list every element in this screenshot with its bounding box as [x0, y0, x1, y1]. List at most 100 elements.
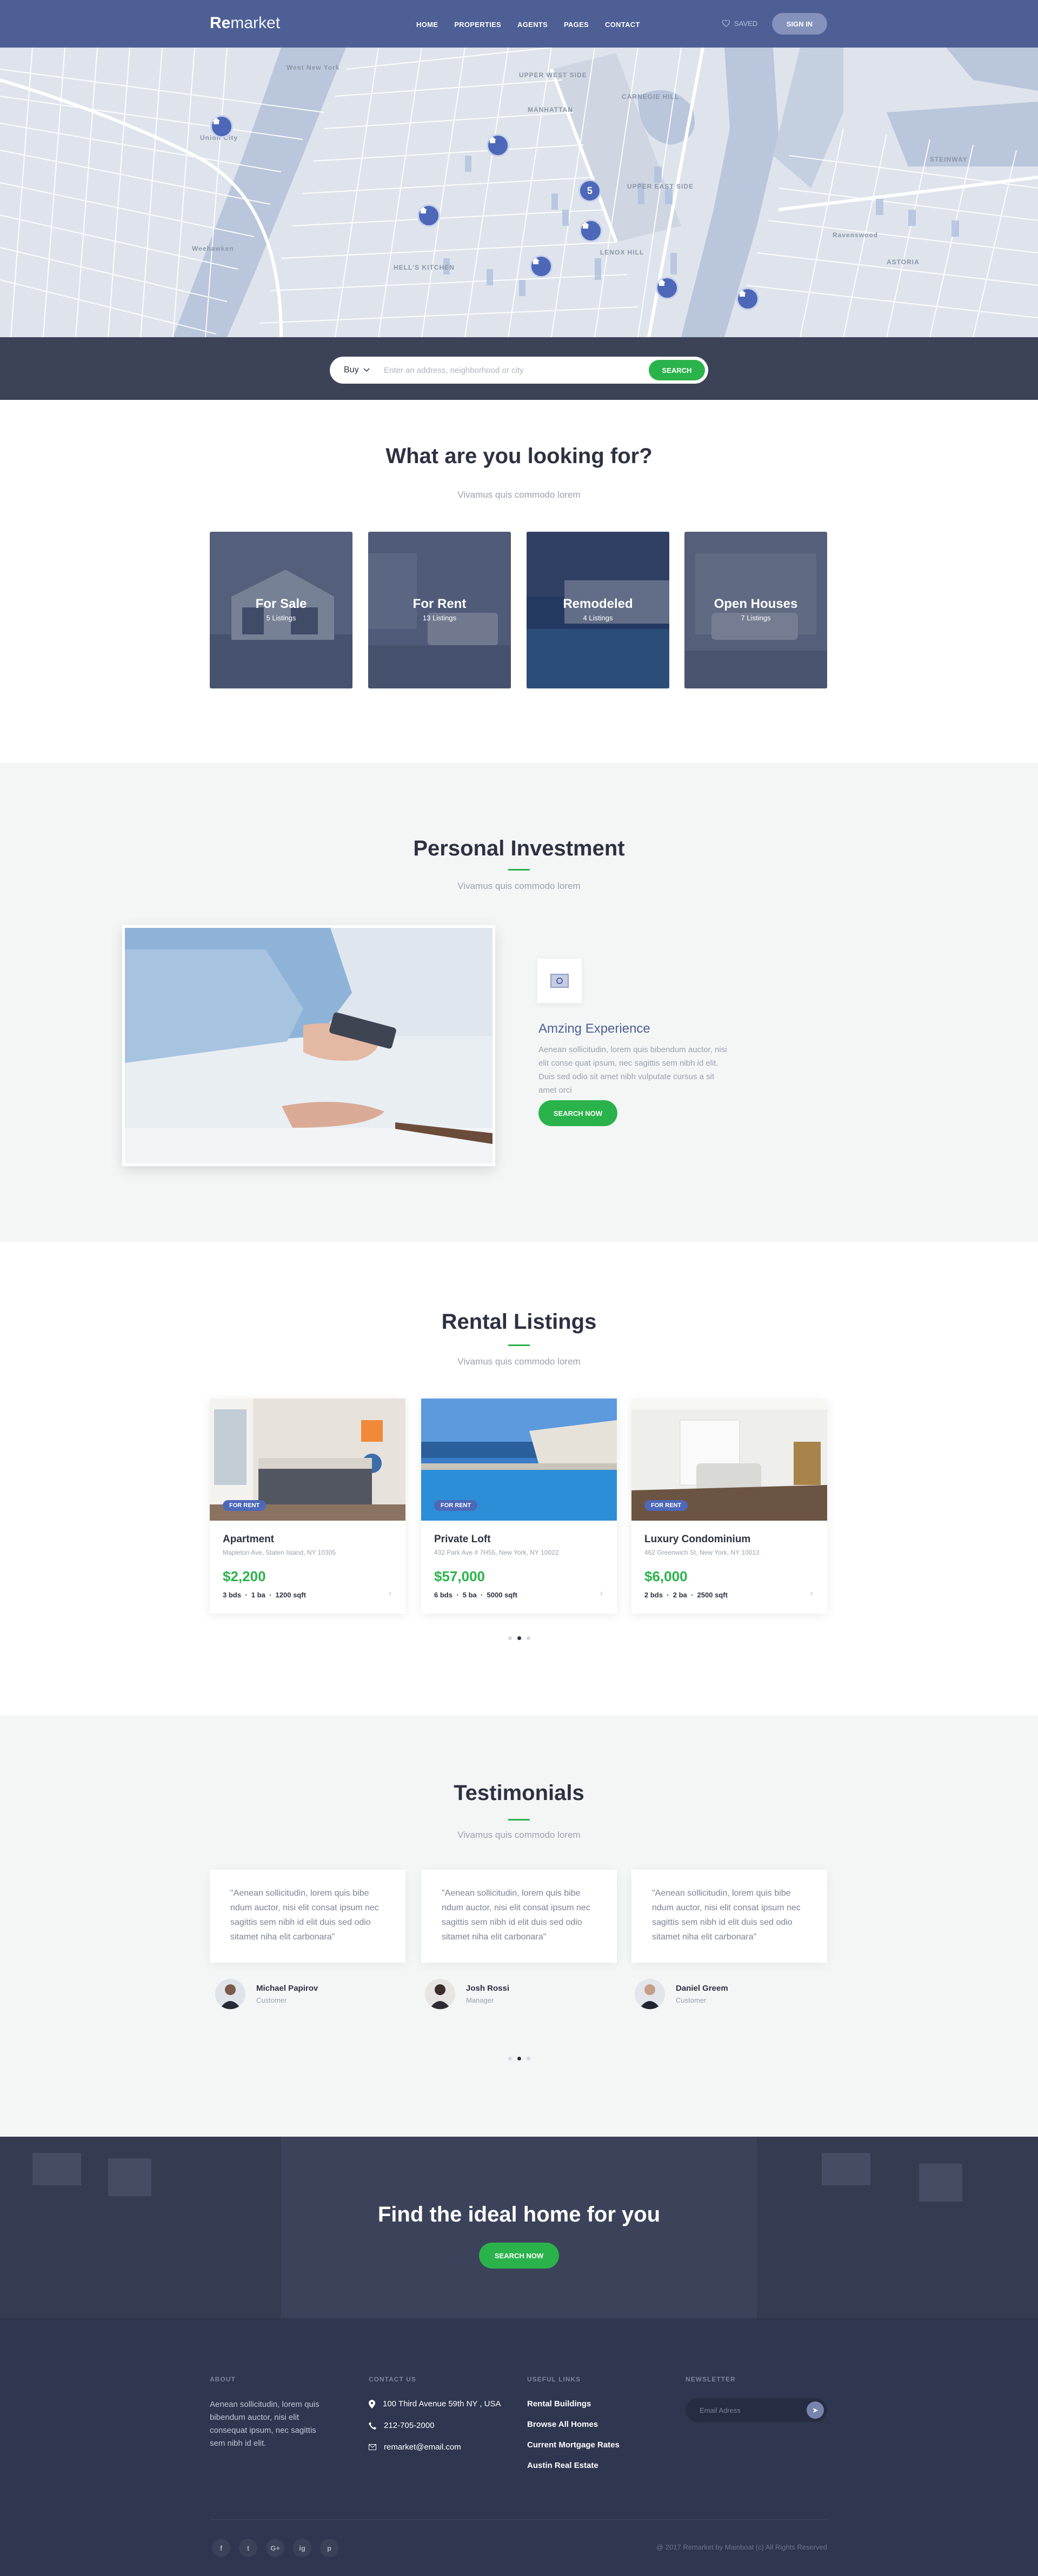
author-name: Josh Rossi: [466, 1984, 510, 1993]
cta-banner: Find the ideal home for you SEARCH NOW: [0, 2137, 1038, 2318]
property-map[interactable]: West New York Union City Weehawken UPPER…: [0, 48, 1038, 337]
map-pin[interactable]: [580, 219, 602, 242]
carousel-dot[interactable]: [526, 2057, 530, 2060]
cta-title: Find the ideal home for you: [377, 2203, 661, 2226]
map-pin[interactable]: [530, 255, 553, 278]
footer-links-title: USEFUL LINKS: [527, 2376, 581, 2383]
newsletter-submit-button[interactable]: ➤: [807, 2401, 824, 2419]
nav-contact[interactable]: CONTACT: [605, 21, 640, 29]
footer-link[interactable]: Browse All Homes: [527, 2420, 598, 2429]
map-pin[interactable]: [210, 115, 233, 138]
listing-name[interactable]: Luxury Condominium: [644, 1534, 750, 1545]
map-pin[interactable]: [656, 277, 678, 299]
chevron-right-icon[interactable]: ›: [810, 1589, 813, 1598]
testimonial-quote: "Aenean sollicitudin, lorem quis bibe nd…: [631, 1870, 827, 1963]
category-card-for-rent[interactable]: For Rent 13 Listings: [368, 532, 511, 688]
search-input[interactable]: [384, 365, 643, 375]
category-title: For Rent: [412, 597, 467, 611]
search-button[interactable]: SEARCH: [649, 360, 705, 380]
saved-link[interactable]: SAVED: [722, 19, 757, 28]
phone-icon: [369, 2421, 376, 2430]
section-subtitle: Vivamus quis commodo lorem: [457, 490, 581, 500]
avatar: [635, 1979, 665, 2009]
buy-dropdown[interactable]: Buy: [344, 365, 376, 375]
heart-icon: [722, 20, 730, 27]
nav-pages[interactable]: PAGES: [564, 21, 589, 29]
section-title: Testimonials: [454, 1781, 584, 1805]
search-now-button[interactable]: SEARCH NOW: [538, 1100, 617, 1126]
listing-meta: 2 bds · 2 ba · 2500 sqft: [644, 1591, 728, 1599]
map-label: Ravenswood: [833, 231, 879, 239]
listing-price: $57,000: [434, 1568, 485, 1584]
site-footer: ABOUT Aenean sollicitudin, lorem quis bi…: [0, 2318, 1038, 2576]
chevron-right-icon[interactable]: ›: [389, 1589, 391, 1598]
map-pin[interactable]: [487, 134, 509, 157]
category-title: Open Houses: [714, 597, 798, 611]
footer-link[interactable]: Rental Buildings: [527, 2399, 591, 2408]
author-name: Daniel Greem: [676, 1984, 728, 1993]
listing-badge: FOR RENT: [223, 1500, 267, 1511]
carousel-dot-active[interactable]: [517, 2057, 521, 2060]
footer-email[interactable]: remarket@email.com: [369, 2443, 461, 2452]
map-tiles: [0, 48, 1038, 337]
sign-in-button[interactable]: SIGN IN: [772, 13, 827, 35]
listing-name[interactable]: Apartment: [223, 1534, 274, 1545]
listing-photo: FOR RENT: [421, 1399, 617, 1521]
carousel-dot[interactable]: [508, 1636, 512, 1640]
logo[interactable]: Remarket: [210, 14, 280, 32]
footer-phone[interactable]: 212-705-2000: [369, 2421, 434, 2430]
testimonials-section: Testimonials Vivamus quis commodo lorem …: [0, 1715, 1038, 2137]
avatar: [215, 1979, 245, 2009]
map-label: HELL'S KITCHEN: [394, 264, 455, 271]
listing-price: $2,200: [223, 1568, 266, 1584]
map-pin[interactable]: [417, 204, 440, 227]
facebook-icon[interactable]: f: [212, 2539, 230, 2557]
map-pin[interactable]: [736, 287, 759, 310]
map-cluster-pin[interactable]: 5: [578, 179, 601, 202]
listing-meta: 3 bds · 1 ba · 1200 sqft: [223, 1591, 306, 1599]
title-underline: [508, 1819, 530, 1821]
category-card-open-houses[interactable]: Open Houses 7 Listings: [684, 532, 827, 688]
carousel-dots: [0, 1636, 1038, 1640]
footer-newsletter-title: NEWSLETTER: [686, 2376, 736, 2383]
author-role: Manager: [466, 1996, 494, 2004]
listing-badge: FOR RENT: [644, 1500, 688, 1511]
house-icon: [532, 258, 540, 264]
pinterest-icon[interactable]: p: [320, 2539, 338, 2557]
mail-icon: [369, 2444, 376, 2450]
listing-price: $6,000: [644, 1568, 688, 1584]
map-label: West New York: [287, 64, 340, 71]
nav-home[interactable]: HOME: [416, 21, 438, 29]
listing-card[interactable]: FOR RENT Apartment Mapleton Ave, Staten …: [210, 1399, 405, 1614]
nav-agents[interactable]: AGENTS: [517, 21, 548, 29]
category-card-remodeled[interactable]: Remodeled 4 Listings: [527, 532, 669, 688]
carousel-dot[interactable]: [508, 2057, 512, 2060]
cta-background: [0, 2137, 1038, 2318]
chevron-right-icon[interactable]: ›: [600, 1589, 603, 1598]
listing-photo: FOR RENT: [631, 1399, 827, 1521]
carousel-dot[interactable]: [526, 1636, 530, 1640]
instagram-icon[interactable]: ig: [293, 2539, 311, 2557]
cta-search-now-button[interactable]: SEARCH NOW: [479, 2243, 559, 2269]
testimonial-quote: "Aenean sollicitudin, lorem quis bibe nd…: [210, 1870, 405, 1963]
title-underline: [508, 1344, 530, 1346]
footer-link[interactable]: Austin Real Estate: [527, 2461, 598, 2470]
listing-name[interactable]: Private Loft: [434, 1534, 491, 1545]
nav-properties[interactable]: PROPERTIES: [454, 21, 501, 29]
house-icon: [212, 118, 220, 124]
carousel-dot-active[interactable]: [517, 1636, 521, 1640]
author-role: Customer: [256, 1996, 287, 2004]
cluster-count: 5: [587, 185, 593, 196]
twitter-icon[interactable]: t: [239, 2539, 257, 2557]
google-plus-icon[interactable]: G+: [266, 2539, 284, 2557]
newsletter-email-input[interactable]: [700, 2406, 797, 2414]
listing-meta: 6 bds · 5 ba · 5000 sqft: [434, 1591, 517, 1599]
testimonial-author: Daniel Greem Customer: [635, 1979, 728, 2009]
section-subtitle: Vivamus quis commodo lorem: [457, 1356, 581, 1367]
listing-card[interactable]: FOR RENT Luxury Condominium 462 Greenwic…: [631, 1399, 827, 1614]
footer-link[interactable]: Current Mortgage Rates: [527, 2440, 620, 2450]
listing-address: 432 Park Ave # 7H55, New York, NY 10022: [434, 1549, 559, 1556]
category-card-for-sale[interactable]: For Sale 5 Listings: [210, 532, 352, 688]
author-name: Michael Papirov: [256, 1984, 318, 1993]
listing-card[interactable]: FOR RENT Private Loft 432 Park Ave # 7H5…: [421, 1399, 617, 1614]
